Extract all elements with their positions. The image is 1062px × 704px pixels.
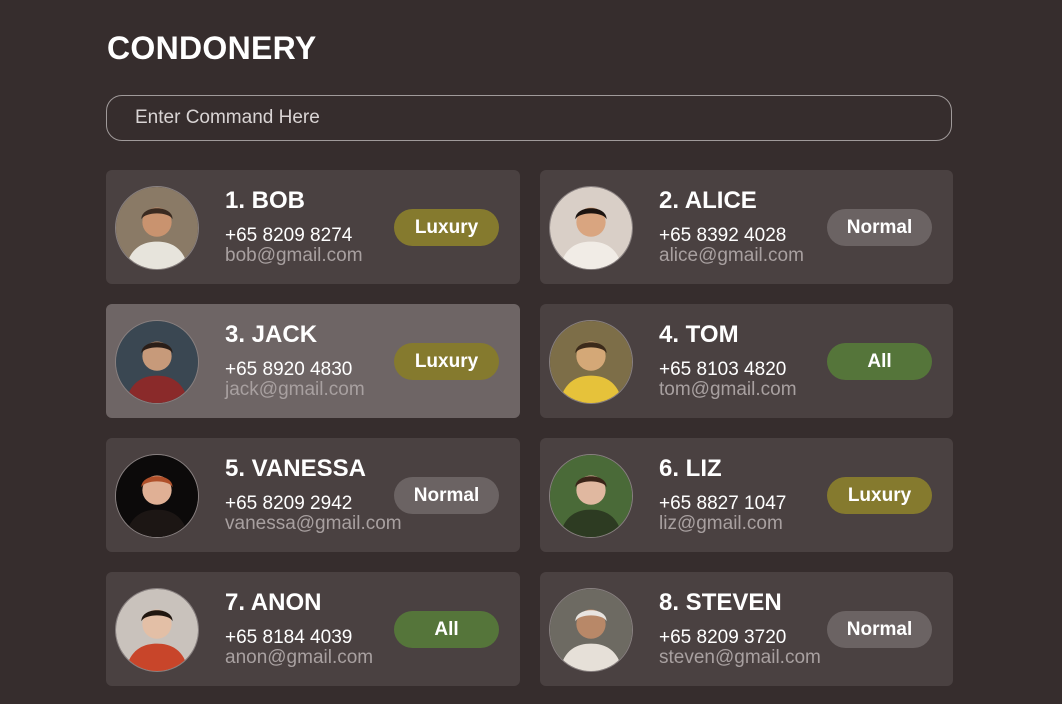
- contact-card-8[interactable]: 8. STEVEN +65 8209 3720 steven@gmail.com…: [540, 572, 953, 686]
- plan-tag: Luxury: [394, 343, 499, 380]
- contact-phone: +65 8209 3720: [659, 627, 787, 648]
- plan-tag: Luxury: [394, 209, 499, 246]
- contact-name: 3. JACK: [225, 321, 318, 348]
- contact-card-5[interactable]: 5. VANESSA +65 8209 2942 vanessa@gmail.c…: [106, 438, 520, 552]
- avatar: [115, 320, 199, 404]
- contact-card-2[interactable]: 2. ALICE +65 8392 4028 alice@gmail.com N…: [540, 170, 953, 284]
- contact-card-7[interactable]: 7. ANON +65 8184 4039 anon@gmail.com All: [106, 572, 520, 686]
- contact-phone: +65 8184 4039: [225, 627, 353, 648]
- person-photo-icon: [550, 455, 632, 537]
- avatar: [549, 186, 633, 270]
- plan-tag: Normal: [394, 477, 499, 514]
- plan-tag: Luxury: [827, 477, 932, 514]
- contact-email: jack@gmail.com: [225, 379, 365, 400]
- contact-name: 5. VANESSA: [225, 455, 366, 482]
- contact-email: alice@gmail.com: [659, 245, 804, 266]
- person-photo-icon: [116, 589, 198, 671]
- contact-email: bob@gmail.com: [225, 245, 363, 266]
- contact-phone: +65 8103 4820: [659, 359, 787, 380]
- plan-tag: Normal: [827, 209, 932, 246]
- contact-name: 4. TOM: [659, 321, 739, 348]
- person-photo-icon: [116, 455, 198, 537]
- person-photo-icon: [116, 187, 198, 269]
- contact-name: 8. STEVEN: [659, 589, 782, 616]
- plan-tag: Normal: [827, 611, 932, 648]
- contact-phone: +65 8392 4028: [659, 225, 787, 246]
- contact-email: vanessa@gmail.com: [225, 513, 402, 534]
- contact-list: 1. BOB +65 8209 8274 bob@gmail.com Luxur…: [106, 170, 954, 686]
- contact-phone: +65 8920 4830: [225, 359, 353, 380]
- avatar: [549, 588, 633, 672]
- person-photo-icon: [116, 321, 198, 403]
- person-photo-icon: [550, 589, 632, 671]
- plan-tag: All: [827, 343, 932, 380]
- contact-card-6[interactable]: 6. LIZ +65 8827 1047 liz@gmail.com Luxur…: [540, 438, 953, 552]
- command-input[interactable]: [106, 95, 952, 141]
- contact-phone: +65 8827 1047: [659, 493, 787, 514]
- avatar: [115, 454, 199, 538]
- contact-phone: +65 8209 8274: [225, 225, 353, 246]
- contact-card-1[interactable]: 1. BOB +65 8209 8274 bob@gmail.com Luxur…: [106, 170, 520, 284]
- contact-card-4[interactable]: 4. TOM +65 8103 4820 tom@gmail.com All: [540, 304, 953, 418]
- avatar: [549, 454, 633, 538]
- contact-email: anon@gmail.com: [225, 647, 374, 668]
- contact-email: steven@gmail.com: [659, 647, 821, 668]
- contact-phone: +65 8209 2942: [225, 493, 353, 514]
- avatar: [115, 588, 199, 672]
- avatar: [549, 320, 633, 404]
- person-photo-icon: [550, 187, 632, 269]
- contact-name: 6. LIZ: [659, 455, 722, 482]
- avatar: [115, 186, 199, 270]
- person-photo-icon: [550, 321, 632, 403]
- contact-card-3[interactable]: 3. JACK +65 8920 4830 jack@gmail.com Lux…: [106, 304, 520, 418]
- contact-name: 2. ALICE: [659, 187, 757, 214]
- contact-email: tom@gmail.com: [659, 379, 797, 400]
- contact-name: 1. BOB: [225, 187, 306, 214]
- contact-email: liz@gmail.com: [659, 513, 783, 534]
- app-title: CONDONERY: [107, 30, 317, 66]
- plan-tag: All: [394, 611, 499, 648]
- contact-name: 7. ANON: [225, 589, 322, 616]
